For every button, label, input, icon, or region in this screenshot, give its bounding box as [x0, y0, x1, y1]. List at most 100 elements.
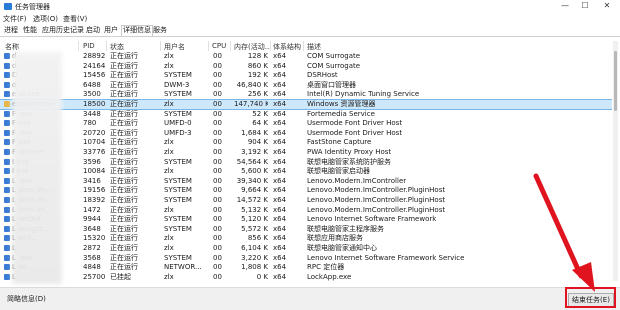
- cell-mem: 14,572 K: [236, 196, 268, 204]
- cell-arch: x64: [273, 80, 287, 89]
- process-icon: [4, 120, 10, 127]
- cell-user: DWM-3: [164, 80, 190, 89]
- cell-pid: 4848: [83, 263, 101, 272]
- table-row[interactable]: L dern.Im...1472正在运行zlx005,132 Kx64Lenov…: [0, 206, 612, 215]
- table-row[interactable]: L .exe3568正在运行SYSTEM003,220 Kx64Lenovo I…: [0, 254, 612, 263]
- minimize-icon[interactable]: —: [557, 0, 573, 12]
- table-row[interactable]: L dern.Im...19156正在运行SYSTEM009,664 Kx64L…: [0, 186, 612, 195]
- tab-app-history[interactable]: 应用历史记录: [41, 26, 85, 35]
- process-icon: [4, 139, 10, 146]
- table-row[interactable]: F exe10704正在运行zlx00904 Kx64FastStone Cap…: [0, 138, 612, 147]
- table-row[interactable]: L .exe3416正在运行SYSTEM0039,340 Kx64Lenovo.…: [0, 177, 612, 186]
- cell-cpu: 00: [213, 253, 222, 262]
- menu-bar: 文件(F) 选项(O) 查看(V): [0, 14, 620, 24]
- cell-cpu: 00: [213, 215, 222, 224]
- cell-desc: Windows 资源管理器: [307, 100, 376, 108]
- maximize-icon[interactable]: ☐: [577, 0, 593, 12]
- tab-details[interactable]: 详细信息: [121, 25, 153, 36]
- cell-pid: 20720: [83, 128, 106, 137]
- col-description[interactable]: 描述: [307, 42, 321, 52]
- process-icon: [4, 158, 10, 165]
- cell-arch: x64: [273, 176, 287, 185]
- process-icon: [4, 91, 10, 98]
- col-arch[interactable]: 体系结构: [273, 42, 301, 52]
- cell-arch: x64: [273, 90, 287, 99]
- table-row[interactable]: L ...2872正在运行zlx006,104 Kx64联想电脑管家通知中心: [0, 244, 612, 253]
- cell-arch: x64: [273, 215, 287, 224]
- table-row[interactable]: e ui.exe3500正在运行SYSTEM00256 Kx64Intel(R)…: [0, 90, 612, 99]
- cell-desc: 联想应用商店服务: [307, 234, 363, 243]
- tab-users[interactable]: 用户: [103, 26, 119, 35]
- table-row[interactable]: L dern.Im...18392正在运行SYSTEM0014,572 Kx64…: [0, 196, 612, 205]
- col-name[interactable]: 名称: [5, 42, 19, 52]
- cell-user: SYSTEM: [164, 253, 192, 262]
- close-icon[interactable]: ✕: [599, 0, 615, 12]
- table-row[interactable]: d24164正在运行zlx00860 Kx64COM Surrogate: [0, 62, 612, 71]
- table-row[interactable]: d6488正在运行DWM-30046,840 Kx64桌面窗口管理器: [0, 81, 612, 90]
- table-row[interactable]: F .exe20720正在运行UMFD-3001,684 Kx64Usermod…: [0, 129, 612, 138]
- menu-file[interactable]: 文件(F): [3, 14, 27, 24]
- table-row[interactable]: L eAS...15320正在运行zlx00856 Kx64联想应用商店服务: [0, 234, 612, 243]
- col-user[interactable]: 用户名: [164, 42, 185, 52]
- cell-cpu: 00: [213, 167, 222, 176]
- table-row[interactable]: L 25700已挂起zlx000 Kx64LockApp.exe: [0, 273, 612, 282]
- cell-user: zlx: [164, 167, 174, 176]
- col-status[interactable]: 状态: [110, 42, 124, 52]
- process-icon: [4, 110, 10, 117]
- process-icon: [4, 177, 10, 184]
- cell-mem: 64 K: [252, 119, 268, 128]
- cell-cpu: 00: [213, 234, 222, 243]
- process-icon: [4, 72, 10, 79]
- cell-mem: 3,192 K: [241, 148, 268, 156]
- table-row[interactable]: explorer.exe18500正在运行zlx00147,740 Kx64Wi…: [0, 99, 612, 110]
- table-row[interactable]: F ser.exe33776正在运行zlx003,192 Kx64PWA Ide…: [0, 148, 612, 157]
- cell-cpu: 00: [213, 71, 222, 80]
- cell-status: 正在运行: [110, 176, 138, 185]
- table-row[interactable]: I exe3596正在运行SYSTEM0054,564 Kx64联想电脑管家系统…: [0, 158, 612, 167]
- cell-desc: RPC 定位器: [307, 263, 345, 272]
- table-row[interactable]: I exe10084正在运行zlx005,600 Kx64联想电脑管家启动器: [0, 167, 612, 176]
- cell-desc: Lenovo.Modern.ImController.PluginHost: [307, 196, 446, 204]
- cell-desc: Lenovo.Modern.ImController: [307, 176, 407, 185]
- highlight-box: [565, 287, 616, 308]
- cell-status: 正在运行: [110, 100, 138, 108]
- col-memory[interactable]: 内存(活动...: [234, 42, 271, 52]
- table-row[interactable]: D15456正在运行SYSTEM00192 Kx64DSRHost: [0, 71, 612, 80]
- cell-desc: Lenovo.Modern.ImController.PluginHost: [307, 186, 446, 195]
- tab-startup[interactable]: 启动: [85, 26, 101, 35]
- cell-desc: 联想电脑管家主程序服务: [307, 224, 384, 233]
- menu-view[interactable]: 查看(V): [63, 14, 87, 24]
- col-pid[interactable]: PID: [83, 42, 95, 50]
- cell-pid: 6488: [83, 80, 101, 89]
- table-row[interactable]: d28892正在运行zlx00128 Kx64COM Surrogate: [0, 52, 612, 61]
- table-row[interactable]: L anager...3648正在运行SYSTEM005,572 Kx64联想电…: [0, 225, 612, 234]
- cell-user: SYSTEM: [164, 157, 192, 166]
- cell-mem: 147,740 K: [234, 100, 268, 108]
- cell-user: zlx: [164, 244, 174, 252]
- cell-mem: 5,132 K: [241, 205, 268, 214]
- table-row[interactable]: F exe780正在运行UMFD-00064 Kx64Usermode Font…: [0, 119, 612, 128]
- cell-cpu: 00: [213, 176, 222, 185]
- tab-performance[interactable]: 性能: [22, 26, 38, 35]
- cell-arch: x64: [273, 167, 287, 176]
- cell-pid: 24164: [83, 61, 106, 70]
- tab-processes[interactable]: 进程: [3, 26, 19, 35]
- scroll-thumb[interactable]: [614, 51, 617, 111]
- process-icon: [4, 206, 10, 213]
- cell-status: 正在运行: [110, 71, 138, 80]
- cell-pid: 25700: [83, 272, 106, 281]
- cell-mem: 856 K: [247, 234, 268, 243]
- table-row[interactable]: F .exe3448正在运行SYSTEM0052 Kx64Fortemedia …: [0, 110, 612, 119]
- less-details-link[interactable]: 简略信息(D): [7, 294, 46, 304]
- table-row[interactable]: L netSof...9944正在运行SYSTEM005,120 Kx64Len…: [0, 215, 612, 224]
- table-row[interactable]: L xe4848正在运行NETWOR...001,808 Kx64RPC 定位器: [0, 263, 612, 272]
- menu-options[interactable]: 选项(O): [33, 14, 58, 24]
- cell-mem: 39,340 K: [236, 176, 268, 185]
- cell-pid: 10704: [83, 138, 106, 147]
- col-cpu[interactable]: CPU: [212, 42, 226, 50]
- blurred-names: [12, 52, 62, 284]
- window-title: 任务管理器: [15, 3, 50, 11]
- tab-services[interactable]: 服务: [152, 26, 168, 35]
- vertical-scrollbar[interactable]: [613, 41, 618, 281]
- cell-status: 正在运行: [110, 196, 138, 204]
